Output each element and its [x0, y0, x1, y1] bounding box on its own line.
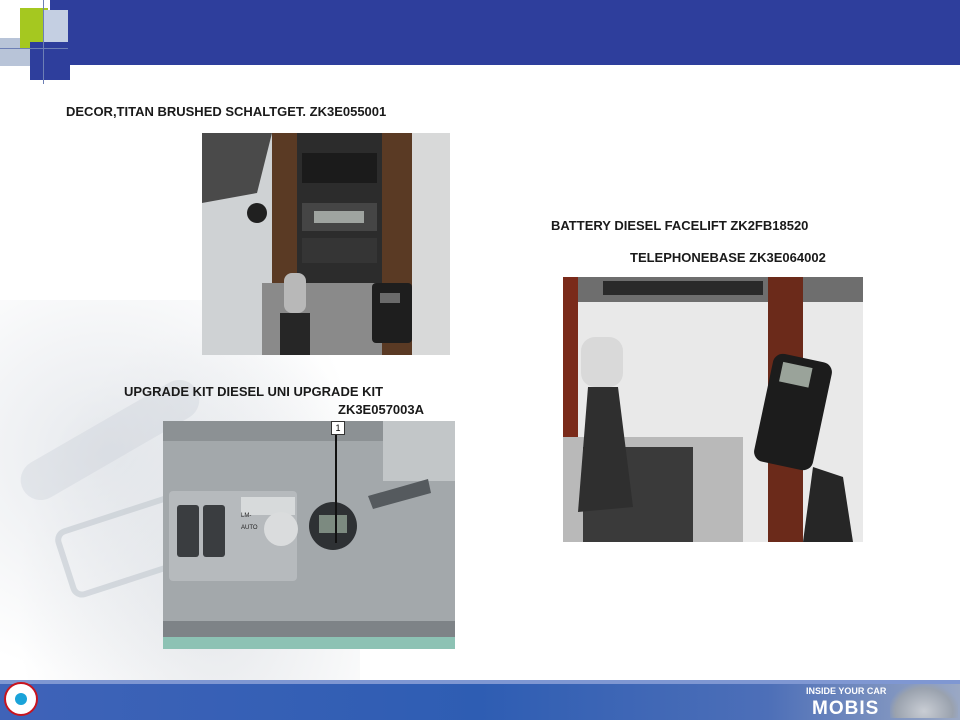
header-decor-square — [44, 10, 68, 46]
telephone-base-photo — [563, 277, 863, 542]
header-decor-line — [43, 0, 44, 84]
brand-tagline: INSIDE YOUR CAR — [806, 686, 887, 696]
switch-label: LM- — [241, 513, 252, 519]
brand-logo: INSIDE YOUR CAR MOBIS — [806, 684, 896, 719]
logo-mark-icon — [15, 693, 27, 705]
car-silhouette-icon — [890, 684, 958, 718]
battery-label: BATTERY DIESEL FACELIFT ZK2FB18520 — [551, 218, 809, 233]
header-decor-line — [0, 48, 68, 49]
header-bar — [50, 0, 960, 65]
upgrade-part-number: ZK3E057003A — [338, 402, 424, 417]
telephone-label: TELEPHONEBASE ZK3E064002 — [630, 250, 826, 265]
callout-number: 1 — [331, 421, 345, 435]
brand-name: MOBIS — [812, 698, 880, 719]
company-logo-icon — [4, 682, 38, 716]
upgrade-label: UPGRADE KIT DIESEL UNI UPGRADE KIT — [124, 384, 384, 399]
decor-label: DECOR,TITAN BRUSHED SCHALTGET. ZK3E05500… — [66, 104, 387, 119]
center-console-photo — [202, 133, 450, 355]
upgrade-kit-photo: 1 LM- AUTO — [163, 421, 455, 649]
switch-label: AUTO — [241, 525, 258, 531]
